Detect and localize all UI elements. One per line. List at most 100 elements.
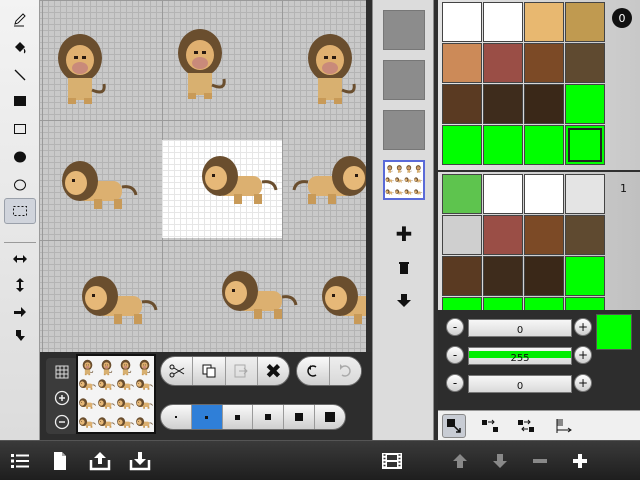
lion-sprite (82, 276, 158, 324)
drawing-canvas[interactable] (40, 0, 366, 352)
mini-lion (395, 177, 404, 183)
add-layer-button[interactable]: ✚ (390, 222, 418, 246)
palette-swatch[interactable] (442, 43, 482, 83)
palette-swatch[interactable] (483, 43, 523, 83)
list-icon[interactable] (8, 449, 32, 473)
arrow-up-icon[interactable] (448, 449, 472, 473)
blue-track[interactable]: 0 (468, 375, 572, 393)
brush-size-5[interactable] (284, 405, 316, 429)
palette-swatch[interactable] (565, 215, 605, 255)
rotate-right-icon[interactable] (4, 322, 36, 348)
red-decrement-button[interactable]: - (446, 318, 464, 336)
palette-swatch[interactable] (483, 256, 523, 296)
palette-swatch[interactable] (483, 174, 523, 214)
palette-swatch[interactable] (524, 125, 564, 165)
scissors-icon[interactable] (161, 357, 194, 385)
swap-right-icon[interactable] (478, 414, 502, 438)
rotate-left-icon[interactable] (4, 298, 36, 324)
palette-swatch[interactable] (565, 2, 605, 42)
pointer-mode-icon[interactable] (442, 414, 466, 438)
layer-slot-active[interactable] (383, 160, 425, 200)
brush-size-3[interactable] (223, 405, 254, 429)
grid-icon[interactable] (50, 362, 74, 382)
delete-x-icon[interactable]: ✖ (258, 357, 289, 385)
red-increment-button[interactable]: + (574, 318, 592, 336)
red-track[interactable]: 0 (468, 319, 572, 337)
red-slider[interactable]: - 0 + (446, 318, 592, 338)
palette-swatch[interactable] (483, 2, 523, 42)
filled-ellipse-icon[interactable] (4, 144, 36, 170)
palette-swatch[interactable] (483, 215, 523, 255)
flip-horizontal-icon[interactable] (4, 246, 36, 272)
pencil-icon[interactable] (4, 6, 36, 32)
palette-swatch[interactable] (442, 256, 482, 296)
palette-swatch[interactable] (524, 43, 564, 83)
mini-lion (117, 417, 134, 428)
arrow-down-icon[interactable] (488, 449, 512, 473)
copy-icon[interactable] (193, 357, 226, 385)
brush-size-2[interactable] (191, 405, 223, 429)
palette-swatch[interactable] (483, 84, 523, 124)
brush-size-6[interactable] (315, 405, 345, 429)
layer-thumbnail (385, 165, 423, 195)
palette-swatch[interactable] (483, 125, 523, 165)
palette-swatch[interactable] (442, 215, 482, 255)
green-decrement-button[interactable]: - (446, 346, 464, 364)
palette-swatch[interactable] (565, 125, 605, 165)
brush-size-1[interactable] (161, 405, 192, 429)
palette-swatch[interactable] (565, 174, 605, 214)
palette-swatch[interactable] (442, 2, 482, 42)
flip-vertical-icon[interactable] (4, 272, 36, 298)
zoom-out-icon[interactable] (50, 412, 74, 432)
mini-lion (415, 165, 422, 173)
layer-slot-3[interactable] (383, 110, 425, 150)
gradient-mode-icon[interactable] (552, 414, 576, 438)
export-icon[interactable] (88, 449, 112, 473)
undo-icon[interactable] (297, 357, 330, 385)
palette-swatch[interactable] (442, 84, 482, 124)
brush-size-4[interactable] (253, 405, 285, 429)
zoom-in-icon[interactable] (50, 388, 74, 408)
swap-both-icon[interactable] (514, 414, 538, 438)
layer-slot-1[interactable] (383, 10, 425, 50)
sprite-preview-thumbnail[interactable] (76, 354, 156, 434)
palette-swatch[interactable] (524, 256, 564, 296)
filled-rectangle-icon[interactable] (4, 88, 36, 114)
mini-lion (387, 165, 393, 173)
lion-sprite (322, 276, 366, 324)
blue-slider[interactable]: - 0 + (446, 374, 592, 394)
redo-icon[interactable] (329, 357, 361, 385)
palette-swatch[interactable] (524, 174, 564, 214)
ellipse-icon[interactable] (4, 172, 36, 198)
palette-swatch[interactable] (565, 43, 605, 83)
import-icon[interactable] (128, 449, 152, 473)
palette-swatch[interactable] (442, 174, 482, 214)
minus-icon[interactable] (528, 449, 552, 473)
line-icon[interactable] (4, 62, 36, 88)
palette-swatch[interactable] (524, 215, 564, 255)
green-slider[interactable]: - 255 + (446, 346, 592, 366)
plus-icon[interactable] (568, 449, 592, 473)
palette-swatch[interactable] (565, 256, 605, 296)
mini-lion (117, 379, 134, 390)
palette-swatch[interactable] (442, 125, 482, 165)
mini-lion (82, 359, 94, 376)
rectangle-icon[interactable] (4, 116, 36, 142)
palette-swatch[interactable] (524, 84, 564, 124)
paint-bucket-icon[interactable] (4, 34, 36, 60)
move-layer-down-icon[interactable] (390, 288, 418, 312)
blue-decrement-button[interactable]: - (446, 374, 464, 392)
layer-slot-2[interactable] (383, 60, 425, 100)
filmstrip-icon[interactable] (380, 449, 404, 473)
mini-lion (79, 379, 96, 390)
paste-icon[interactable] (225, 357, 258, 385)
new-document-icon[interactable] (48, 449, 72, 473)
palette-swatch[interactable] (524, 2, 564, 42)
palette-swatch[interactable] (565, 84, 605, 124)
dashed-selection-icon[interactable] (4, 198, 36, 224)
green-increment-button[interactable]: + (574, 346, 592, 364)
blue-increment-button[interactable]: + (574, 374, 592, 392)
green-track[interactable]: 255 (468, 347, 572, 365)
mini-lion (98, 398, 115, 409)
trash-icon[interactable] (390, 256, 418, 280)
